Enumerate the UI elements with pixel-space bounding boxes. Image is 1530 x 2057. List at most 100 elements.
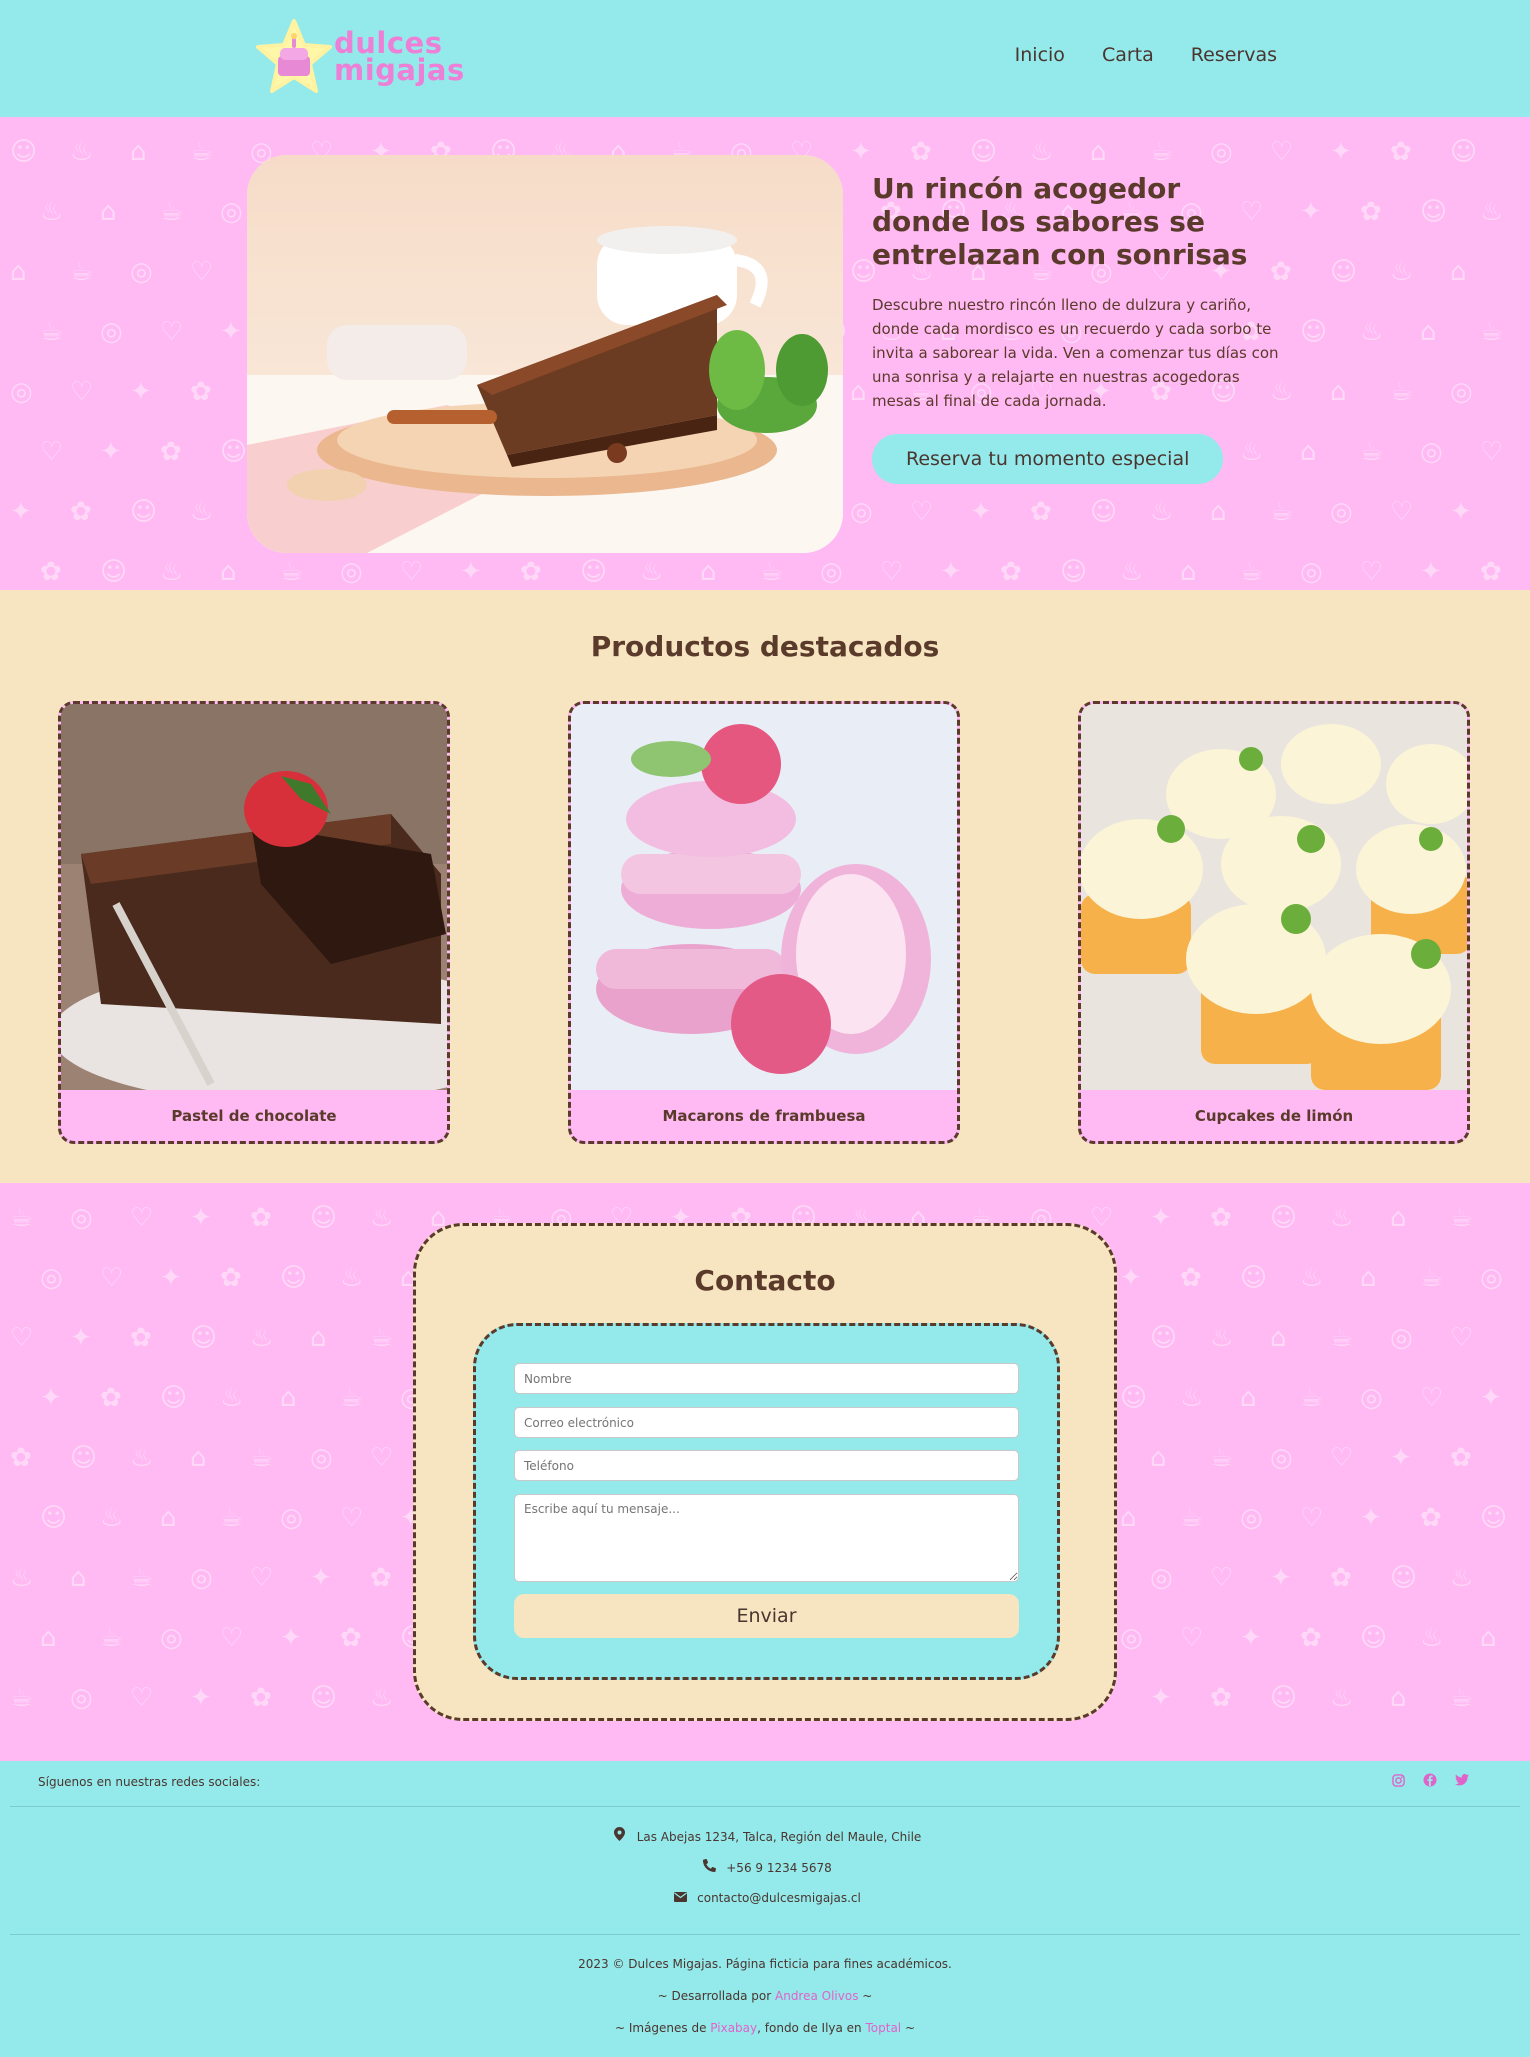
pattern-doodle-icon: ♨ [1180,1383,1204,1413]
developer-link[interactable]: Andrea Olivos [775,1989,858,2003]
pattern-doodle-icon: ☕ [10,1203,34,1233]
pattern-doodle-icon: ♨ [130,1443,154,1473]
product-card-raspberry-macarons[interactable]: Macarons de frambuesa [568,701,960,1144]
pattern-doodle-icon: ◎ [100,317,123,347]
pattern-doodle-icon: ⌂ [1150,1443,1167,1473]
developer-credit: ~ Desarrollada por Andrea Olivos ~ [0,1989,1530,2003]
product-card-chocolate-cake[interactable]: Pastel de chocolate [58,701,450,1144]
footer-divider [10,1806,1520,1807]
pattern-doodle-icon: ♨ [1210,1323,1234,1353]
pattern-doodle-icon: ✿ [130,1323,152,1353]
toptal-link[interactable]: Toptal [865,2021,901,2035]
pattern-doodle-icon: ☕ [160,197,184,227]
pattern-doodle-icon: ☕ [220,1503,244,1533]
pattern-doodle-icon: ✦ [70,1323,92,1353]
twitter-icon[interactable] [1454,1772,1470,1788]
pattern-doodle-icon: ✦ [1240,1623,1262,1653]
pattern-doodle-icon: ♨ [100,1503,124,1533]
brand-line-2: migajas [334,53,465,87]
pattern-doodle-icon: ✿ [70,497,92,527]
pattern-doodle-icon: ◎ [1210,137,1233,167]
hero-text: Un rincón acogedor donde los sabores se … [872,172,1282,484]
pattern-doodle-icon: ⌂ [1300,437,1317,467]
chocolate-cake-image [61,704,447,1090]
pattern-doodle-icon: ☺ [1240,1263,1268,1293]
pattern-doodle-icon: ◎ [1450,377,1473,407]
pattern-doodle-icon: ♨ [1420,1623,1444,1653]
product-card-lemon-cupcakes[interactable]: Cupcakes de limón [1078,701,1470,1144]
pattern-doodle-icon: ✦ [1390,1443,1412,1473]
name-field[interactable] [514,1363,1019,1394]
pattern-doodle-icon: ✦ [970,497,992,527]
pattern-doodle-icon: ☺ [1150,1323,1178,1353]
site-footer: Síguenos en nuestras redes sociales: Las… [0,1761,1530,2057]
pattern-doodle-icon: ☺ [1450,137,1478,167]
pattern-doodle-icon: ✿ [40,557,62,587]
pattern-doodle-icon: ◎ [1270,1443,1293,1473]
email-field[interactable] [514,1407,1019,1438]
cupcakes-image [1081,704,1467,1090]
nav-item-reservas[interactable]: Reservas [1191,44,1277,66]
pattern-doodle-icon: ♡ [1180,1623,1204,1653]
pattern-doodle-icon: ⌂ [10,257,27,287]
pattern-doodle-icon: ☺ [1330,257,1358,287]
message-field[interactable] [514,1494,1019,1582]
pattern-doodle-icon: ✦ [1150,1683,1172,1713]
pattern-doodle-icon: ⌂ [1210,497,1227,527]
pattern-doodle-icon: ✿ [1480,557,1502,587]
pattern-doodle-icon: ♡ [100,1263,124,1293]
pattern-doodle-icon: ✦ [190,1683,212,1713]
phone-field[interactable] [514,1450,1019,1481]
pattern-doodle-icon: ♡ [190,257,214,287]
reserve-button[interactable]: Reserva tu momento especial [872,434,1224,484]
pattern-doodle-icon: ⌂ [1270,1323,1287,1353]
pattern-doodle-icon: ♡ [220,1623,244,1653]
pattern-doodle-icon: ♡ [1480,437,1504,467]
pattern-doodle-icon: ✦ [1270,1563,1292,1593]
logo[interactable]: dulces migajas [254,18,464,100]
pattern-doodle-icon: ☕ [370,1323,394,1353]
pattern-doodle-icon: ☕ [10,1683,34,1713]
pattern-doodle-icon: ◎ [1390,1323,1413,1353]
pattern-doodle-icon: ☺ [1270,1683,1298,1713]
pattern-doodle-icon: ☺ [310,1683,338,1713]
pattern-doodle-icon: ☺ [1360,1623,1388,1653]
pattern-doodle-icon: ✿ [10,1443,32,1473]
pattern-doodle-icon: ◎ [280,1503,303,1533]
dev-suffix: ~ [858,1989,873,2003]
email-row: contacto@dulcesmigajas.cl [0,1891,1530,1906]
pattern-doodle-icon: ☕ [340,1383,364,1413]
pattern-doodle-icon: ☕ [1360,437,1384,467]
pattern-doodle-icon: ♨ [1390,257,1414,287]
nav-item-carta[interactable]: Carta [1102,44,1154,66]
pattern-doodle-icon: ⌂ [100,197,117,227]
pattern-doodle-icon: ☕ [1450,1203,1474,1233]
pattern-doodle-icon: ♨ [340,1263,364,1293]
hero-section: ☺♨⌂☕◎♡✦✿☺♨⌂☕◎♡✦✿☺♨⌂☕◎♡✦✿☺♨⌂☕◎♡✦✿☺♨⌂☕◎♡✦✿… [0,117,1530,590]
hero-cake-illustration [247,155,843,553]
pattern-doodle-icon: ☕ [1420,1263,1444,1293]
nav-item-inicio[interactable]: Inicio [1015,44,1065,66]
pattern-doodle-icon: ✦ [1360,1503,1382,1533]
pattern-doodle-icon: ⌂ [70,1563,87,1593]
pattern-doodle-icon: ♡ [340,1503,364,1533]
brand-wordmark: dulces migajas [334,29,465,87]
featured-products-section: Productos destacados Pastel de chocolate [0,590,1530,1183]
pattern-doodle-icon: ⌂ [1180,557,1197,587]
pixabay-link[interactable]: Pixabay [710,2021,757,2035]
pattern-doodle-icon: ✦ [460,557,482,587]
pattern-doodle-icon: ✿ [370,1563,392,1593]
pattern-doodle-icon: ♡ [1270,137,1294,167]
main-nav: Inicio Carta Reservas [1015,44,1277,66]
facebook-icon[interactable] [1422,1772,1438,1788]
send-button[interactable]: Enviar [514,1594,1019,1638]
pattern-doodle-icon: ⌂ [1390,1203,1407,1233]
pattern-doodle-icon: ◎ [1420,437,1443,467]
pattern-doodle-icon: ♡ [130,1683,154,1713]
pattern-doodle-icon: ☺ [1060,557,1088,587]
instagram-icon[interactable] [1390,1772,1406,1788]
pattern-doodle-icon: ☕ [1270,497,1294,527]
pattern-doodle-icon: ☺ [100,557,128,587]
pattern-doodle-icon: ◎ [1360,1383,1383,1413]
pattern-doodle-icon: ♨ [40,197,64,227]
